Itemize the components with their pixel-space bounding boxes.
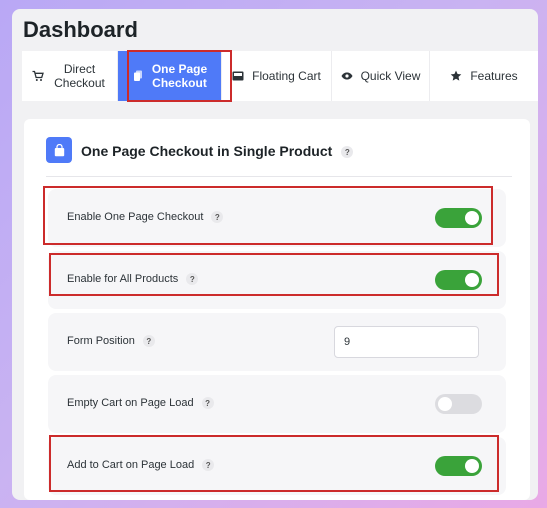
tab-label: Features: [470, 69, 518, 83]
help-icon[interactable]: ?: [341, 146, 354, 159]
setting-empty-cart-on-page-load: Empty Cart on Page Load?: [48, 375, 506, 433]
settings-card: One Page Checkout in Single Product? Ena…: [24, 119, 530, 500]
help-icon[interactable]: ?: [211, 211, 224, 224]
help-icon[interactable]: ?: [142, 335, 155, 348]
empty-cart-on-page-load-toggle[interactable]: [435, 394, 482, 414]
page-icon: [132, 70, 144, 82]
floating-cart-icon: [232, 70, 244, 82]
setting-label-text: Form Position: [67, 335, 135, 347]
setting-label-text: Enable for All Products: [67, 273, 179, 285]
toggle-knob: [465, 273, 479, 287]
form-position-input[interactable]: [334, 326, 479, 358]
help-icon[interactable]: ?: [201, 397, 214, 410]
help-icon[interactable]: ?: [186, 273, 199, 286]
dashboard-window: Dashboard Direct Checkout One Page Check…: [12, 9, 538, 500]
setting-label: Empty Cart on Page Load?: [67, 397, 214, 410]
tab-features[interactable]: Features: [430, 51, 538, 101]
setting-label-text: Empty Cart on Page Load: [67, 397, 194, 409]
setting-add-to-cart-on-page-load: Add to Cart on Page Load?: [48, 437, 506, 495]
setting-enable-one-page-checkout: Enable One Page Checkout?: [48, 189, 506, 247]
tab-one-page-checkout[interactable]: One Page Checkout: [118, 51, 222, 101]
cart-icon: [32, 70, 44, 82]
page-title: Dashboard: [23, 17, 138, 42]
help-icon[interactable]: ?: [202, 459, 215, 472]
shopping-bag-icon: [46, 137, 72, 163]
section-title: One Page Checkout in Single Product?: [81, 143, 354, 159]
setting-label: Form Position?: [67, 335, 155, 348]
tab-floating-cart[interactable]: Floating Cart: [222, 51, 332, 101]
enable-one-page-checkout-toggle[interactable]: [435, 208, 482, 228]
tab-label: Quick View: [360, 69, 421, 83]
toggle-knob: [465, 459, 479, 473]
section-title-text: One Page Checkout in Single Product: [81, 143, 333, 159]
add-to-cart-on-page-load-toggle[interactable]: [435, 456, 482, 476]
tab-bar: Direct Checkout One Page Checkout Floati…: [22, 51, 538, 101]
tab-label: One Page Checkout: [151, 62, 208, 90]
tab-label: Floating Cart: [252, 69, 321, 83]
setting-label-text: Add to Cart on Page Load: [67, 459, 195, 471]
tab-label: Direct Checkout: [54, 62, 105, 90]
setting-enable-for-all-products: Enable for All Products?: [48, 251, 506, 309]
star-icon: [450, 70, 462, 82]
toggle-knob: [438, 397, 452, 411]
setting-label-text: Enable One Page Checkout: [67, 211, 204, 223]
setting-form-position: Form Position?: [48, 313, 506, 371]
toggle-knob: [465, 211, 479, 225]
tab-direct-checkout[interactable]: Direct Checkout: [22, 51, 118, 101]
setting-label: Add to Cart on Page Load?: [67, 459, 215, 472]
tab-quick-view[interactable]: Quick View: [332, 51, 430, 101]
setting-label: Enable One Page Checkout?: [67, 211, 224, 224]
enable-for-all-products-toggle[interactable]: [435, 270, 482, 290]
setting-label: Enable for All Products?: [67, 273, 199, 286]
eye-icon: [341, 70, 353, 82]
section-header: One Page Checkout in Single Product?: [46, 137, 512, 177]
